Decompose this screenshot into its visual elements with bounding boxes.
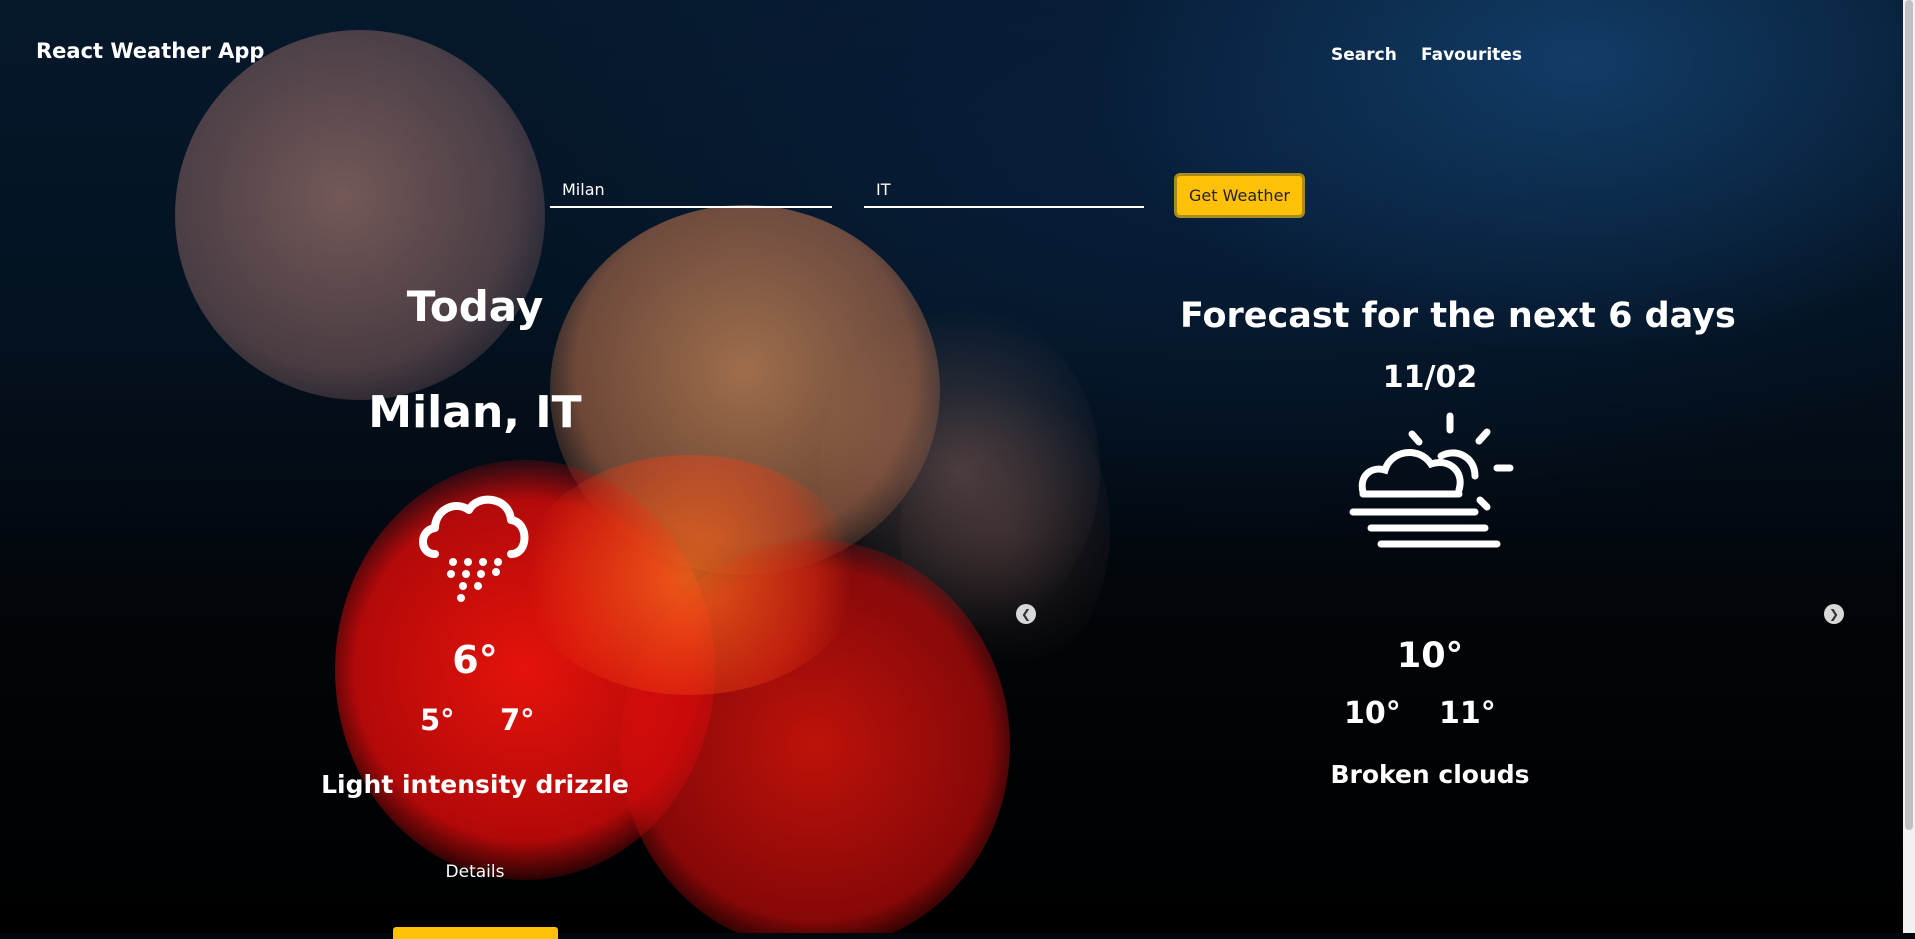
rain-drizzle-icon: [419, 495, 529, 602]
brand-link[interactable]: React Weather App: [36, 39, 264, 63]
forecast-temp-min: 10°: [1344, 696, 1401, 731]
forecast-date: 11/02: [1382, 360, 1478, 395]
chevron-right-icon[interactable]: ❯: [1824, 604, 1844, 624]
today-title: Today: [406, 282, 544, 331]
country-field: [864, 172, 1144, 208]
background-image: [0, 0, 1915, 933]
country-input[interactable]: [864, 172, 1144, 206]
city-field: [550, 172, 832, 208]
get-weather-button[interactable]: Get Weather: [1174, 173, 1305, 218]
details-link[interactable]: Details: [300, 862, 650, 882]
nav-search-link[interactable]: Search: [1331, 45, 1397, 65]
details-button[interactable]: [393, 927, 558, 939]
forecast-temperature: 10°: [1396, 636, 1464, 676]
location-title: Milan, IT: [368, 387, 582, 438]
city-input[interactable]: [550, 172, 832, 206]
today-description: Light intensity drizzle: [321, 770, 629, 799]
forecast-temp-max: 11°: [1439, 696, 1496, 731]
navbar: React Weather App Search Favourites: [0, 0, 1915, 108]
today-temp-max: 7°: [500, 703, 535, 737]
forecast-title: Forecast for the next 6 days: [1180, 296, 1736, 336]
chevron-left-icon[interactable]: ❮: [1016, 604, 1036, 624]
today-temperature: 6°: [452, 638, 498, 682]
scrollbar-thumb[interactable]: [1905, 0, 1913, 830]
forecast-description: Broken clouds: [1330, 760, 1530, 789]
nav-favourites-link[interactable]: Favourites: [1421, 45, 1522, 65]
today-temp-min: 5°: [420, 703, 455, 737]
partly-cloudy-fog-icon: [1349, 412, 1514, 548]
